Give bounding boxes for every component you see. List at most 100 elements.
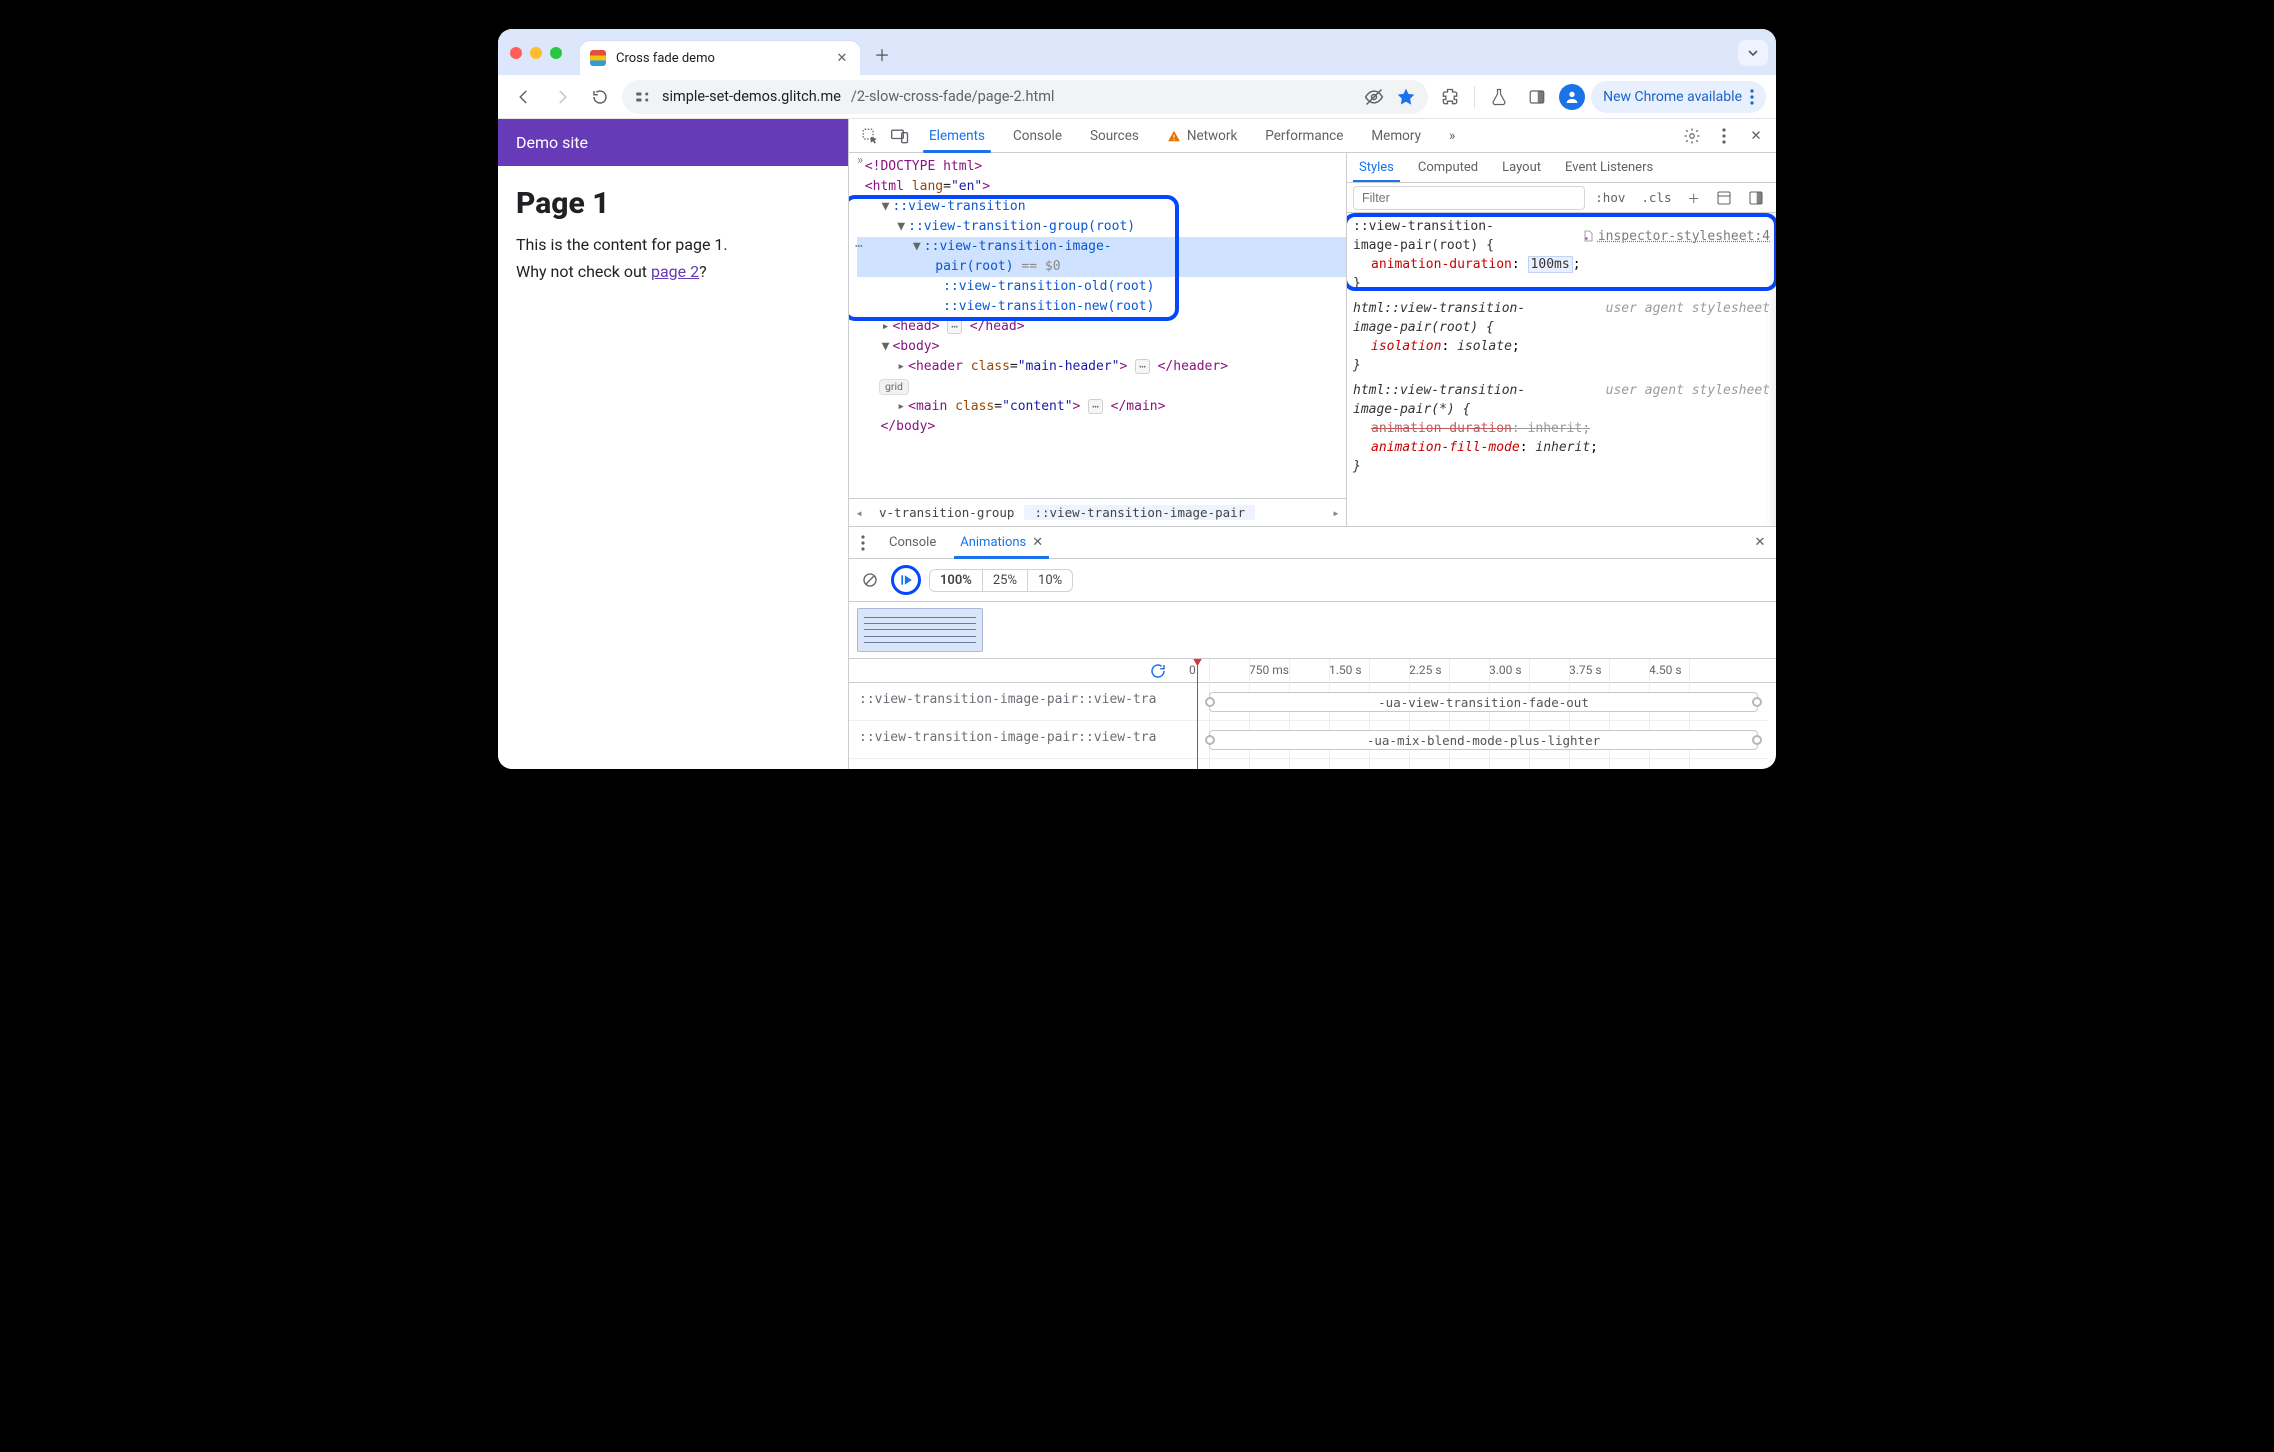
settings-icon[interactable] [1678, 122, 1706, 150]
rule-source-link[interactable]: inspector-stylesheet:4 [1582, 217, 1770, 255]
style-rules[interactable]: ::view-transition-image-pair(root) { ins… [1347, 213, 1776, 526]
cls-toggle[interactable]: .cls [1635, 186, 1677, 210]
hov-toggle[interactable]: :hov [1589, 186, 1631, 210]
tab-sources[interactable]: Sources [1076, 119, 1153, 152]
dom-node[interactable]: ▸<header class="main-header"> ⋯ </header… [857, 357, 1346, 377]
animation-row[interactable]: ::view-transition-image-pair::view-tra -… [849, 721, 1768, 759]
drawer-tab-animations[interactable]: Animations ✕ [948, 527, 1055, 558]
animation-keyframe[interactable] [1752, 735, 1762, 745]
dom-node[interactable]: ▸<head> ⋯ </head> [857, 317, 1346, 337]
stab-layout[interactable]: Layout [1490, 153, 1553, 182]
animation-row[interactable]: ::view-transition-image-pair::view-tra -… [849, 683, 1768, 721]
tabs-overflow[interactable]: » [1435, 119, 1469, 152]
page-p2: Why not check out page 2? [516, 262, 830, 281]
chrome-update-button[interactable]: New Chrome available [1591, 81, 1766, 113]
breadcrumb-right[interactable]: ▸ [1326, 505, 1346, 520]
speed-25[interactable]: 25% [982, 570, 1027, 591]
speed-100[interactable]: 100% [930, 570, 982, 591]
forward-button[interactable] [546, 81, 578, 113]
close-window-icon[interactable] [510, 47, 522, 59]
tab-close-icon[interactable]: ✕ [834, 51, 850, 66]
tab-network[interactable]: Network [1153, 119, 1251, 152]
breadcrumb-left[interactable]: ◂ [849, 505, 869, 520]
animations-timeline[interactable]: 0 750 ms 1.50 s 2.25 s 3.00 s 3.75 s 4.5… [849, 659, 1776, 769]
drawer-menu-icon[interactable] [849, 527, 877, 558]
animations-toolbar: 100% 25% 10% [849, 559, 1776, 602]
back-button[interactable] [508, 81, 540, 113]
stab-computed[interactable]: Computed [1406, 153, 1490, 182]
dom-node[interactable]: ▸<main class="content"> ⋯ </main> [857, 397, 1346, 417]
labs-button[interactable] [1483, 81, 1515, 113]
page-link[interactable]: page 2 [651, 262, 699, 281]
tab-overflow-button[interactable] [1738, 40, 1768, 66]
tab-console[interactable]: Console [999, 119, 1076, 152]
replay-icon[interactable] [1149, 662, 1169, 682]
styles-filter-input[interactable] [1353, 186, 1585, 210]
style-rule-ua[interactable]: html::view-transition-image-pair(*) { us… [1353, 381, 1770, 476]
breadcrumb-item-active[interactable]: ::view-transition-image-pair [1024, 505, 1255, 520]
minimize-window-icon[interactable] [530, 47, 542, 59]
close-devtools-icon[interactable]: ✕ [1742, 122, 1770, 150]
warning-icon [1167, 129, 1181, 143]
animation-keyframe[interactable] [1752, 697, 1762, 707]
animation-bar[interactable]: -ua-view-transition-fade-out [1209, 692, 1758, 712]
inspect-tool-icon[interactable] [855, 119, 885, 152]
dom-node[interactable]: ▼::view-transition-group(root) [857, 217, 1346, 237]
zoom-window-icon[interactable] [550, 47, 562, 59]
rendering-icon[interactable] [1742, 186, 1770, 210]
dom-node[interactable]: <!DOCTYPE html> [857, 157, 1346, 177]
tab-title: Cross fade demo [616, 51, 715, 66]
address-bar[interactable]: simple-set-demos.glitch.me/2-slow-cross-… [622, 80, 1428, 114]
animation-keyframe[interactable] [1205, 735, 1215, 745]
extensions-button[interactable] [1434, 81, 1466, 113]
stab-styles[interactable]: Styles [1347, 153, 1406, 182]
eye-off-icon[interactable] [1364, 87, 1384, 107]
drawer-close-icon[interactable]: ✕ [1744, 527, 1776, 558]
tab-elements[interactable]: Elements [915, 119, 999, 152]
dom-node[interactable]: </body> [857, 417, 1346, 437]
dom-node-selected[interactable]: pair(root) == $0 [857, 257, 1346, 277]
dom-node-selected[interactable]: ⋯ ▼::view-transition-image- [857, 237, 1346, 257]
scroll-shadow [1766, 213, 1776, 526]
dom-node[interactable]: ▼::view-transition [857, 197, 1346, 217]
dom-node[interactable]: ::view-transition-new(root) [857, 297, 1346, 317]
tab-memory[interactable]: Memory [1357, 119, 1435, 152]
drawer-tab-console[interactable]: Console [877, 527, 948, 558]
bookmark-star-icon[interactable] [1396, 87, 1416, 107]
stab-events[interactable]: Event Listeners [1553, 153, 1665, 182]
profile-avatar[interactable] [1559, 84, 1585, 110]
style-rule[interactable]: ::view-transition-image-pair(root) { ins… [1353, 217, 1770, 293]
drawer-tab-close-icon[interactable]: ✕ [1032, 535, 1043, 550]
side-panel-button[interactable] [1521, 81, 1553, 113]
reload-button[interactable] [584, 81, 616, 113]
dom-tree[interactable]: <!DOCTYPE html> <html lang="en"> ▼::view… [849, 153, 1346, 498]
site-settings-icon[interactable] [634, 88, 652, 106]
value-editing[interactable]: 100ms [1528, 256, 1573, 273]
dom-node[interactable]: grid [857, 377, 1346, 397]
breadcrumb: ◂ v-transition-group ::view-transition-i… [849, 498, 1346, 526]
device-toolbar-icon[interactable] [885, 119, 915, 152]
ua-stylesheet-label: user agent stylesheet [1606, 381, 1770, 419]
breadcrumb-item[interactable]: v-transition-group [869, 505, 1024, 520]
play-pause-button[interactable] [891, 565, 921, 595]
computed-styles-icon[interactable] [1710, 186, 1738, 210]
url-path: /2-slow-cross-fade/page-2.html [851, 88, 1055, 105]
clear-icon[interactable] [857, 567, 883, 593]
dom-node[interactable]: ::view-transition-old(root) [857, 277, 1346, 297]
speed-10[interactable]: 10% [1027, 570, 1072, 591]
dom-node[interactable]: <html lang="en"> [857, 177, 1346, 197]
more-icon[interactable] [1710, 122, 1738, 150]
new-rule-button[interactable]: ＋ [1681, 186, 1706, 210]
grid-badge[interactable]: grid [879, 379, 909, 395]
elements-panel: <!DOCTYPE html> <html lang="en"> ▼::view… [849, 153, 1346, 526]
animation-keyframe[interactable] [1205, 697, 1215, 707]
animation-group-thumb[interactable] [857, 608, 983, 652]
animation-bar[interactable]: -ua-mix-blend-mode-plus-lighter [1209, 730, 1758, 750]
timeline-ruler: 0 750 ms 1.50 s 2.25 s 3.00 s 3.75 s 4.5… [849, 659, 1776, 683]
new-tab-button[interactable]: ＋ [868, 40, 896, 68]
dom-node[interactable]: ▼<body> [857, 337, 1346, 357]
style-rule-ua[interactable]: html::view-transition-image-pair(root) {… [1353, 299, 1770, 375]
playhead[interactable] [1197, 659, 1198, 769]
browser-tab[interactable]: Cross fade demo ✕ [580, 41, 860, 75]
tab-performance[interactable]: Performance [1251, 119, 1357, 152]
